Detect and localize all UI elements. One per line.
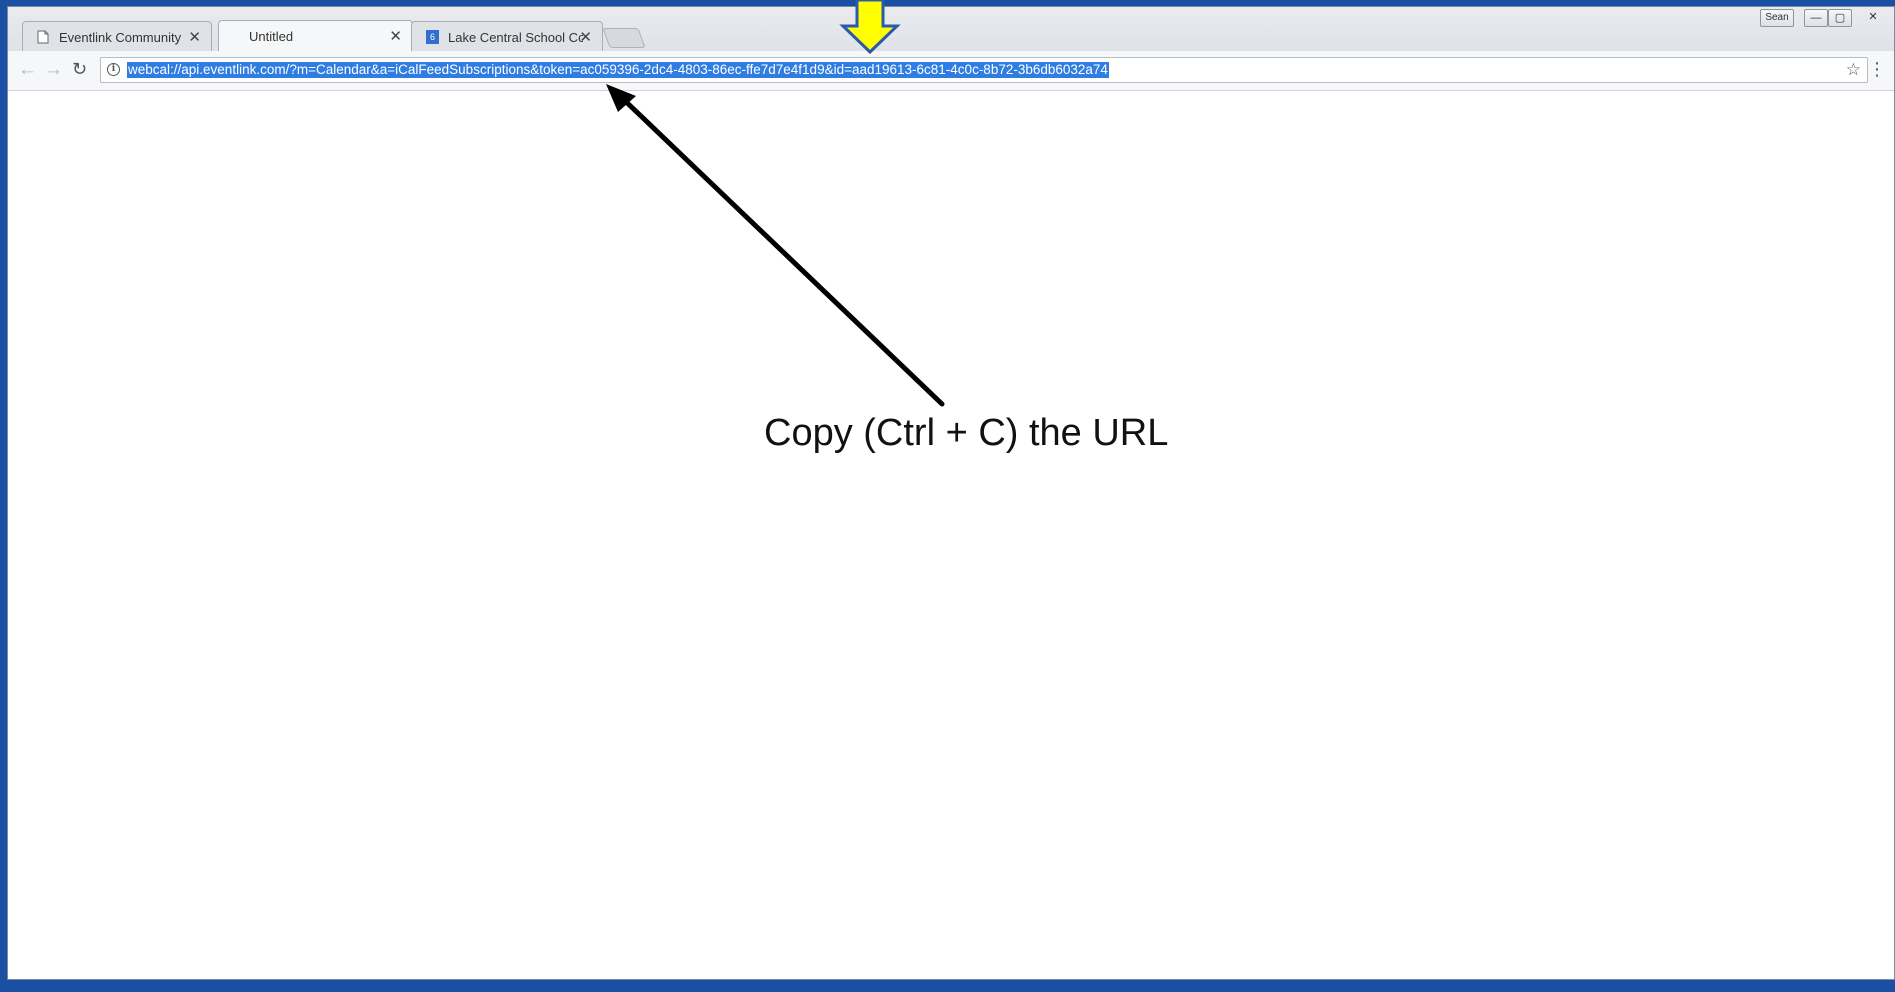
browser-toolbar: ← → ↻ i webcal://api.eventlink.com/?m=Ca… [8,51,1894,91]
instruction-annotation: Copy (Ctrl + C) the URL [764,412,1169,454]
tab-label: Lake Central School Corp [448,30,583,45]
reload-icon[interactable]: ↻ [72,59,87,80]
info-icon[interactable]: i [107,63,120,76]
tab-lake-central-school-corp[interactable]: 6 Lake Central School Corp ✕ [411,21,603,51]
url-text-selected[interactable]: webcal://api.eventlink.com/?m=Calendar&a… [127,62,1109,78]
star-icon[interactable]: ☆ [1846,60,1861,80]
new-tab-button[interactable] [602,28,646,48]
tab-label: Untitled [249,29,294,44]
tab-strip: Eventlink Community ✕ Untitled ✕ 6 Lake … [8,7,1894,52]
calendar-favicon-icon: 6 [426,30,439,44]
back-arrow-icon[interactable]: ← [18,59,37,81]
page-icon [37,30,49,44]
tab-label: Eventlink Community [59,30,182,45]
close-window-button[interactable]: ✕ [1858,9,1888,27]
minimize-button[interactable]: — [1804,9,1828,27]
close-tab-icon[interactable]: ✕ [188,28,201,46]
browser-window: Eventlink Community ✕ Untitled ✕ 6 Lake … [7,6,1895,980]
forward-arrow-icon[interactable]: → [44,59,63,81]
tab-untitled[interactable]: Untitled ✕ [218,20,413,52]
address-bar[interactable]: i webcal://api.eventlink.com/?m=Calendar… [100,57,1868,83]
close-tab-icon[interactable]: ✕ [579,28,592,46]
maximize-button[interactable]: ▢ [1828,9,1852,27]
kebab-menu-icon[interactable]: ⋮ [1868,59,1886,80]
profile-button[interactable]: Sean [1760,9,1794,27]
tab-eventlink-community[interactable]: Eventlink Community ✕ [22,21,212,51]
page-content [8,91,1894,979]
close-tab-icon[interactable]: ✕ [389,27,402,45]
